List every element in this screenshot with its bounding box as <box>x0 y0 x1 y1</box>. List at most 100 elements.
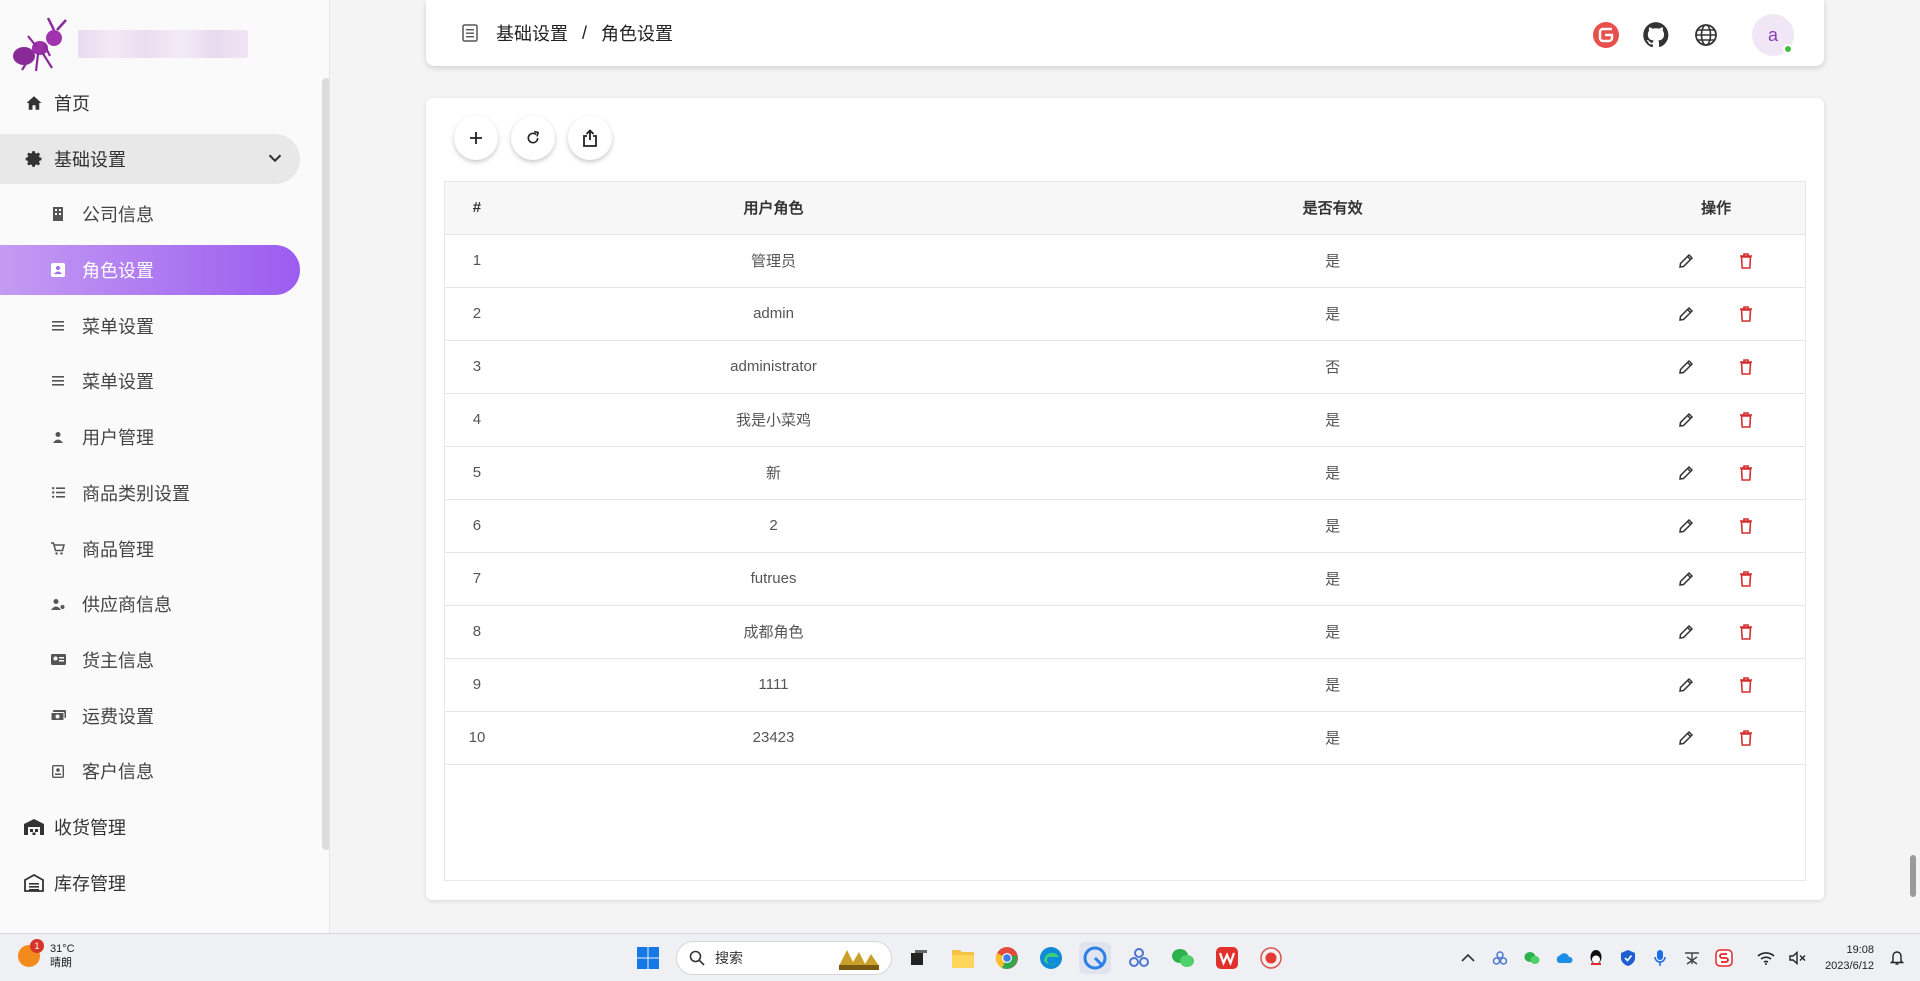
table-row: 1 管理员是 <box>445 234 1805 288</box>
app-logo[interactable] <box>10 14 250 74</box>
taskbar-search[interactable]: 搜索 <box>676 941 892 975</box>
sidebar-item-supplier-info[interactable]: 供应商信息 <box>0 579 310 629</box>
delete-icon[interactable] <box>1736 569 1756 589</box>
table-row: 2 admin 是 <box>445 287 1805 341</box>
online-status-dot <box>1783 44 1793 54</box>
row-valid: 否 <box>1038 340 1628 394</box>
column-header-role[interactable]: 用户角色 <box>508 182 1039 235</box>
delete-icon[interactable] <box>1736 675 1756 695</box>
sidebar-item-label: 公司信息 <box>82 205 154 226</box>
qq-icon[interactable] <box>1584 946 1608 970</box>
menu-lines-icon <box>48 314 68 338</box>
edit-icon[interactable] <box>1676 675 1696 695</box>
delete-icon[interactable] <box>1736 516 1756 536</box>
sidebar-item-company-info[interactable]: 公司信息 <box>0 189 310 239</box>
input-method-icon[interactable] <box>1680 946 1704 970</box>
app-name-blurred <box>78 30 248 58</box>
edit-icon[interactable] <box>1676 569 1696 589</box>
wifi-icon[interactable] <box>1754 946 1778 970</box>
edit-icon[interactable] <box>1676 463 1696 483</box>
sidebar-item-menu-settings[interactable]: 菜单设置 <box>0 301 310 351</box>
sidebar-item-menu-settings-2[interactable]: 菜单设置 <box>0 356 310 406</box>
delete-icon[interactable] <box>1736 357 1756 377</box>
delete-icon[interactable] <box>1736 728 1756 748</box>
row-actions <box>1627 393 1805 447</box>
sidebar-item-home[interactable]: 首页 <box>0 78 310 128</box>
menu-lines-icon <box>48 369 68 393</box>
edit-icon[interactable] <box>1676 410 1696 430</box>
chevron-up-icon[interactable] <box>1456 946 1480 970</box>
onedrive-icon[interactable] <box>1552 946 1576 970</box>
refresh-button[interactable] <box>511 116 555 160</box>
sidebar-item-customer-info[interactable]: 客户信息 <box>0 746 310 796</box>
sidebar-scrollbar[interactable] <box>322 78 329 850</box>
row-actions <box>1627 658 1805 712</box>
clock[interactable]: 19:08 2023/6/12 <box>1812 942 1874 974</box>
row-index: 9 <box>445 658 509 712</box>
chrome-icon[interactable] <box>991 942 1023 974</box>
row-valid: 是 <box>1038 658 1628 712</box>
row-role: 新 <box>508 446 1039 500</box>
edge-icon[interactable] <box>1035 942 1067 974</box>
tray-app-icon[interactable] <box>1488 946 1512 970</box>
row-role: admin <box>508 287 1039 341</box>
sogou-icon[interactable] <box>1712 946 1736 970</box>
recorder-icon[interactable] <box>1255 942 1287 974</box>
delete-icon[interactable] <box>1736 251 1756 271</box>
avatar[interactable]: a <box>1752 14 1794 56</box>
edit-icon[interactable] <box>1676 622 1696 642</box>
sidebar-item-freight-settings[interactable]: 运费设置 <box>0 691 310 741</box>
sidebar-item-inventory[interactable]: 库存管理 <box>0 858 310 908</box>
delete-icon[interactable] <box>1736 410 1756 430</box>
edit-icon[interactable] <box>1676 516 1696 536</box>
sidebar-item-label: 商品管理 <box>82 539 154 560</box>
edit-icon[interactable] <box>1676 357 1696 377</box>
delete-icon[interactable] <box>1736 622 1756 642</box>
sidebar-item-goods-management[interactable]: 商品管理 <box>0 524 310 574</box>
microphone-icon[interactable] <box>1648 946 1672 970</box>
browser-active-icon[interactable] <box>1079 942 1111 974</box>
sidebar-item-role-settings[interactable]: 角色设置 <box>0 245 300 296</box>
github-icon[interactable] <box>1636 15 1676 55</box>
contact-icon <box>48 759 68 783</box>
edit-icon[interactable] <box>1676 304 1696 324</box>
sidebar-item-receiving[interactable]: 收货管理 <box>0 802 310 852</box>
notification-bell-icon[interactable] <box>1886 946 1908 968</box>
wechat-tray-icon[interactable] <box>1520 946 1544 970</box>
sidebar-item-owner-info[interactable]: 货主信息 <box>0 635 310 685</box>
sidebar-item-user-management[interactable]: 用户管理 <box>0 412 310 462</box>
export-button[interactable] <box>568 116 612 160</box>
breadcrumb-item[interactable]: 基础设置 <box>496 20 568 46</box>
warehouse2-icon <box>22 871 46 895</box>
table-header-row: # 用户角色 是否有效 操作 <box>445 182 1805 235</box>
edit-icon[interactable] <box>1676 251 1696 271</box>
start-button[interactable] <box>636 946 660 970</box>
weather-temp: 31°C <box>50 943 75 955</box>
app-dots-icon[interactable] <box>1123 942 1155 974</box>
shield-icon[interactable] <box>1616 946 1640 970</box>
delete-icon[interactable] <box>1736 304 1756 324</box>
column-header-valid[interactable]: 是否有效 <box>1038 182 1628 235</box>
edit-icon[interactable] <box>1676 728 1696 748</box>
page-scrollbar[interactable] <box>1910 855 1916 897</box>
delete-icon[interactable] <box>1736 463 1756 483</box>
globe-icon[interactable] <box>1686 15 1726 55</box>
file-explorer-icon[interactable] <box>947 942 979 974</box>
row-actions <box>1627 446 1805 500</box>
wps-icon[interactable] <box>1211 942 1243 974</box>
wechat-icon[interactable] <box>1167 942 1199 974</box>
gitee-icon[interactable] <box>1586 15 1626 55</box>
volume-muted-icon[interactable] <box>1786 946 1810 970</box>
chevron-down-icon[interactable] <box>264 147 286 174</box>
add-button[interactable] <box>454 116 498 160</box>
breadcrumb-separator: / <box>582 22 588 43</box>
row-role: 23423 <box>508 711 1039 765</box>
row-role: 成都角色 <box>508 605 1039 659</box>
task-view-icon[interactable] <box>903 942 935 974</box>
weather-widget[interactable]: 1 31°C 晴朗 <box>18 939 75 970</box>
building-icon <box>48 202 68 226</box>
breadcrumb: 基础设置 / 角色设置 <box>462 20 673 46</box>
sidebar-item-basic-settings[interactable]: 基础设置 <box>0 133 300 184</box>
refresh-icon <box>525 130 541 146</box>
sidebar-item-goods-category[interactable]: 商品类别设置 <box>0 468 310 518</box>
